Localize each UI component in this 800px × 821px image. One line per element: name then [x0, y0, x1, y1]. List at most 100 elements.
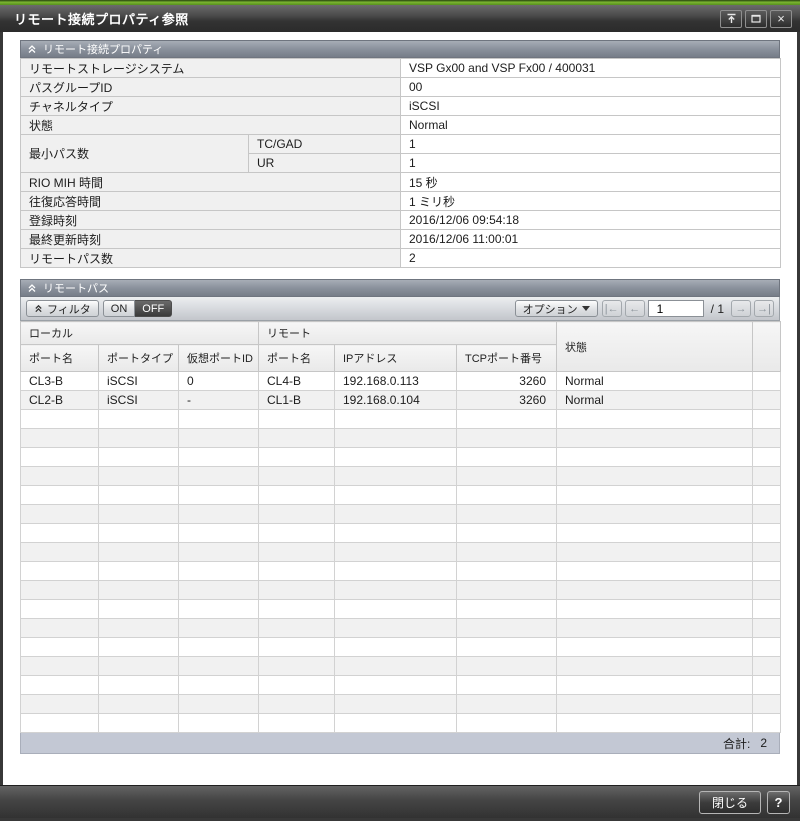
last-page-button[interactable]: →|	[754, 300, 774, 317]
section-header-remote-paths[interactable]: リモートパス	[20, 279, 780, 297]
empty-row	[20, 713, 781, 733]
cell-empty	[556, 542, 753, 562]
section-title: リモートパス	[43, 283, 109, 295]
cell-spacer	[752, 371, 781, 391]
column-header-status[interactable]: 状態	[556, 321, 753, 372]
column-header-local-port-name[interactable]: ポート名	[20, 344, 99, 372]
cell-empty	[178, 561, 259, 581]
collapse-icon	[28, 45, 36, 53]
cell-empty	[334, 580, 457, 600]
group-header-row: ローカル リモート 状態	[20, 321, 781, 372]
property-sublabel: TC/GAD	[248, 134, 401, 154]
group-header-remote: リモート	[258, 321, 557, 345]
remote-paths-table: ローカル リモート 状態 ポート名 ポートタイプ 仮想ポートID ポート名 IP…	[20, 321, 781, 733]
cell-empty	[456, 542, 557, 562]
cell-empty	[556, 428, 753, 448]
remote-path-row[interactable]: CL2-B iSCSI - CL1-B 192.168.0.104 3260 Normal	[20, 390, 781, 410]
cell-empty	[20, 713, 99, 733]
cell-empty	[456, 561, 557, 581]
cell-local-port-name: CL3-B	[20, 371, 99, 391]
cell-empty	[258, 694, 335, 714]
property-value: 1	[400, 134, 781, 154]
cell-empty	[334, 618, 457, 638]
cell-empty	[456, 504, 557, 524]
maximize-button[interactable]	[745, 9, 767, 28]
on-label: ON	[110, 302, 128, 315]
cell-empty	[334, 428, 457, 448]
cell-virtual-port-id: -	[178, 390, 259, 410]
cell-virtual-port-id: 0	[178, 371, 259, 391]
cell-empty	[20, 599, 99, 619]
column-header-ip-address[interactable]: IPアドレス	[334, 344, 457, 372]
cell-empty	[258, 618, 335, 638]
cell-remote-port-name: CL1-B	[258, 390, 335, 410]
maximize-icon	[751, 14, 761, 23]
cell-status: Normal	[556, 371, 753, 391]
cell-empty	[20, 656, 99, 676]
cell-empty	[752, 694, 781, 714]
cell-empty	[98, 466, 179, 486]
cell-empty	[258, 409, 335, 429]
cell-empty	[752, 466, 781, 486]
options-button[interactable]: オプション	[514, 300, 598, 317]
cell-empty	[556, 466, 753, 486]
cell-empty	[98, 428, 179, 448]
property-value: 15 秒	[400, 172, 781, 192]
cell-status: Normal	[556, 390, 753, 410]
cell-empty	[752, 523, 781, 543]
property-row: 往復応答時間 1 ミリ秒	[20, 191, 781, 211]
cell-local-port-type: iSCSI	[98, 390, 179, 410]
cell-empty	[334, 561, 457, 581]
cell-empty	[178, 523, 259, 543]
section-header-connection-properties[interactable]: リモート接続プロパティ	[20, 40, 780, 58]
filter-off-button[interactable]: OFF	[135, 300, 173, 317]
column-header-remote-port-name[interactable]: ポート名	[258, 344, 335, 372]
column-header-tcp-port[interactable]: TCPポート番号	[456, 344, 557, 372]
property-value: iSCSI	[400, 96, 781, 116]
cell-empty	[556, 504, 753, 524]
column-header-local-port-type[interactable]: ポートタイプ	[98, 344, 179, 372]
filter-button[interactable]: フィルタ	[26, 300, 99, 317]
next-page-button[interactable]: →	[731, 300, 751, 317]
cell-empty	[178, 542, 259, 562]
cell-empty	[178, 485, 259, 505]
close-button[interactable]: 閉じる	[699, 790, 761, 814]
filter-on-button[interactable]: ON	[102, 300, 136, 317]
cell-empty	[178, 466, 259, 486]
empty-row	[20, 675, 781, 695]
cell-empty	[20, 409, 99, 429]
cell-empty	[752, 713, 781, 733]
close-window-button[interactable]: ×	[770, 9, 792, 28]
property-label: チャネルタイプ	[20, 96, 401, 116]
first-page-icon: |←	[604, 302, 619, 315]
property-label: 最小パス数	[20, 134, 249, 173]
cell-empty	[258, 447, 335, 467]
empty-row	[20, 694, 781, 714]
cell-empty	[20, 542, 99, 562]
pin-window-button[interactable]	[720, 9, 742, 28]
cell-remote-port-name: CL4-B	[258, 371, 335, 391]
cell-empty	[456, 409, 557, 429]
remote-path-row[interactable]: CL3-B iSCSI 0 CL4-B 192.168.0.113 3260 Normal	[20, 371, 781, 391]
column-header-virtual-port-id[interactable]: 仮想ポートID	[178, 344, 259, 372]
cell-empty	[178, 675, 259, 695]
header-spacer	[752, 321, 781, 372]
empty-row	[20, 447, 781, 467]
help-button[interactable]: ?	[767, 790, 790, 814]
table-footer: 合計: 2	[20, 733, 780, 754]
empty-row	[20, 637, 781, 657]
cell-empty	[98, 656, 179, 676]
page-number-input[interactable]	[647, 300, 704, 317]
cell-tcp-port: 3260	[456, 390, 557, 410]
property-label: RIO MIH 時間	[20, 172, 401, 192]
cell-empty	[556, 580, 753, 600]
first-page-button[interactable]: |←	[601, 300, 622, 317]
cell-empty	[20, 618, 99, 638]
cell-empty	[556, 618, 753, 638]
empty-row	[20, 561, 781, 581]
cell-empty	[752, 542, 781, 562]
close-icon: ×	[777, 11, 785, 26]
prev-page-button[interactable]: ←	[624, 300, 645, 317]
cell-empty	[20, 504, 99, 524]
page-total: / 1	[710, 301, 724, 316]
